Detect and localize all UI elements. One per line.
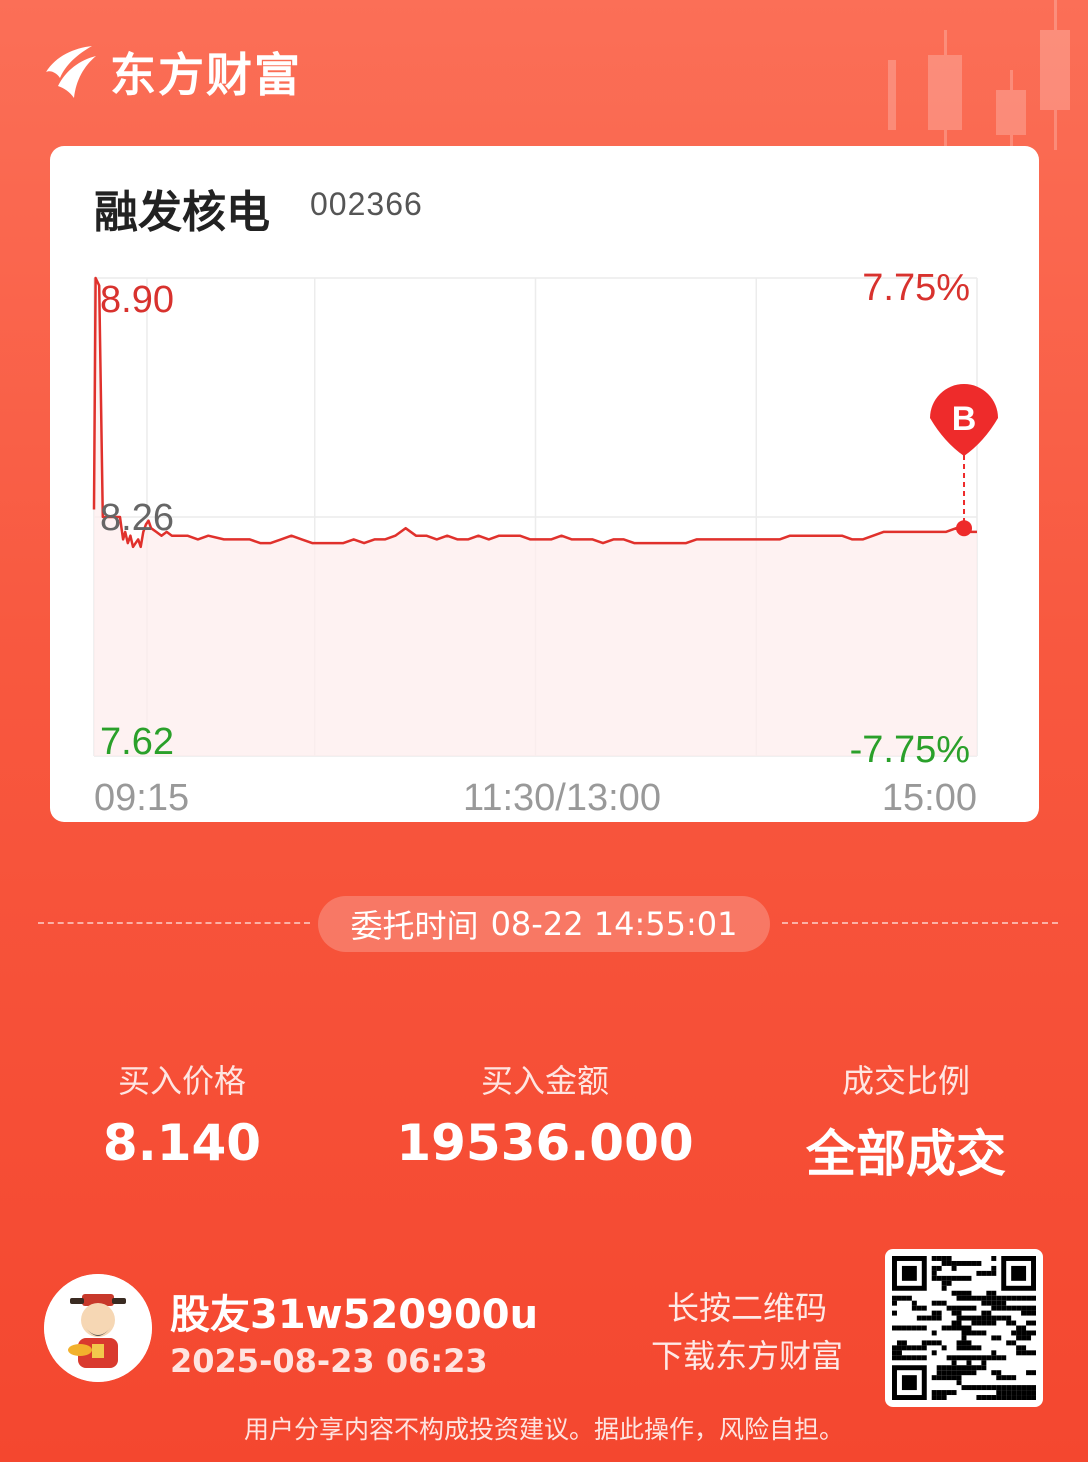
stat-label: 买入价格 (117, 1062, 246, 1100)
qr-hint: 长按二维码 下载东方财富 (632, 1284, 862, 1380)
divider-right (782, 922, 1058, 924)
stat-value: 8.140 (102, 1114, 262, 1172)
y-tick-label-min: 7.62 (100, 721, 174, 763)
disclaimer: 用户分享内容不构成投资建议。据此操作，风险自担。 (243, 1415, 844, 1444)
stock-code: 002366 (310, 186, 423, 222)
user-avatar (44, 1274, 152, 1382)
eastmoney-logo-icon (46, 46, 96, 98)
stock-card: 8.90 8.26 7.62 7.75% -7.75% 09:15 11:30/13:00 1… (50, 146, 1039, 822)
stat-value: 全部成交 (806, 1125, 1006, 1183)
y-tick-label-mid: 8.26 (100, 497, 174, 539)
qr-hint-line2: 下载东方财富 (650, 1337, 843, 1375)
stat-buy-price: 买入价格 8.140 (22, 1056, 342, 1172)
order-time-value: 08-22 14:55:01 (490, 905, 738, 943)
stat-fill-ratio: 成交比例 全部成交 (746, 1056, 1066, 1186)
share-timestamp: 2025-08-23 06:23 (170, 1342, 488, 1380)
stock-name: 融发核电 (94, 187, 270, 238)
x-tick-label-end: 15:00 (882, 777, 977, 819)
stat-value: 19536.000 (396, 1114, 694, 1172)
qr-code-icon (892, 1256, 1036, 1400)
y-right-tick-label-max: 7.75% (862, 267, 970, 309)
brand-logo: 东方财富 (40, 40, 302, 104)
divider-left (38, 922, 310, 924)
y-tick-label-max: 8.90 (100, 279, 174, 321)
buy-marker-label: B (952, 400, 977, 438)
stat-buy-amount: 买入金额 19536.000 (385, 1056, 705, 1172)
x-tick-label-mid: 11:30/13:00 (463, 777, 661, 819)
fortune-god-avatar-icon (44, 1274, 152, 1382)
order-time-label: 委托时间 (350, 907, 479, 945)
y-right-tick-label-min: -7.75% (850, 729, 970, 771)
candlestick-decoration-icon (888, 0, 1070, 150)
username: 股友31w520900u (170, 1292, 539, 1338)
stat-label: 成交比例 (841, 1062, 970, 1100)
qr-hint-line1: 长按二维码 (666, 1289, 827, 1327)
order-time-pill: 委托时间 08-22 14:55:01 (318, 896, 770, 952)
x-tick-label-start: 09:15 (94, 777, 189, 819)
intraday-chart: 8.90 8.26 7.62 7.75% -7.75% 09:15 11:30/13:00 1… (92, 267, 999, 819)
buy-marker-dot (956, 520, 973, 537)
qr-code[interactable] (885, 1249, 1043, 1407)
brand-name: 东方财富 (110, 48, 302, 102)
stat-label: 买入金额 (480, 1062, 609, 1100)
